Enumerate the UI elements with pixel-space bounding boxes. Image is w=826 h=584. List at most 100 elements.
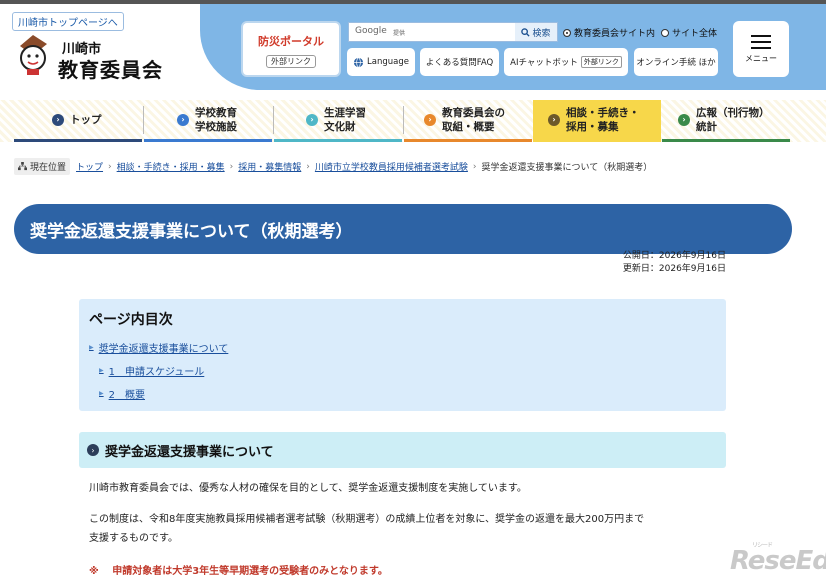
menu-button[interactable]: メニュー <box>733 21 789 77</box>
ai-chatbot-button[interactable]: AIチャットボット 外部リンク <box>504 48 628 76</box>
arrow-right-icon: › <box>678 114 690 126</box>
nav-divider <box>403 106 404 134</box>
radio-unchecked-icon <box>661 28 669 37</box>
online-procedure-button[interactable]: オンライン手続 ほか <box>634 48 718 76</box>
global-nav: › トップ › 学校教育 学校施設 › 生涯学習 文化財 › 教育委員会の 取組・概要… <box>0 100 826 142</box>
triangle-right-icon: ▶ <box>99 390 104 397</box>
breadcrumb-separator: › <box>108 161 112 172</box>
toc-item[interactable]: ▶ 1 申請スケジュール <box>99 363 204 378</box>
radio-checked-icon <box>563 28 571 37</box>
section-paragraph-1: 川崎市教育委員会では、優秀な人材の確保を目的として、奨学金返還支援制度を実施して… <box>89 483 527 494</box>
nav-label: トップ <box>70 114 102 126</box>
site-header: 川崎市トップページへ 川崎市 教育委員会 防災ポータル 外部リンク Google… <box>0 4 826 90</box>
logo-board: 教育委員会 <box>58 58 163 82</box>
disaster-portal-button[interactable]: 防災ポータル 外部リンク <box>241 21 341 77</box>
search-button-label: 検索 <box>532 28 551 39</box>
breadcrumb-link[interactable]: トップ <box>76 160 103 173</box>
hamburger-icon <box>751 35 771 49</box>
breadcrumb-here-label: 現在位置 <box>30 163 67 173</box>
section-heading-text: 奨学金返還支援事業について <box>105 444 274 460</box>
radio-all-label: サイト全体 <box>672 29 718 39</box>
published-date: 公開日：2026年9月16日 <box>622 251 726 261</box>
nav-divider <box>143 106 144 134</box>
breadcrumb-link[interactable]: 川崎市立学校教員採用候補者選考試験 <box>315 160 468 173</box>
toc-item-label: 奨学金返還支援事業について <box>98 344 229 355</box>
watermark: リシード ReseEd <box>730 542 826 576</box>
nav-divider <box>273 106 274 134</box>
nav-item-board[interactable]: › 教育委員会の 取組・概要 <box>424 100 505 140</box>
breadcrumb-separator: › <box>229 161 234 172</box>
nav-item-lifelong[interactable]: › 生涯学習 文化財 <box>306 100 366 140</box>
updated-date: 更新日：2026年9月16日 <box>622 264 726 274</box>
paragraph-line: この制度は、令和8年度実施教員採用候補者選考試験（秋期選考）の成績上位者を対象に… <box>89 514 645 525</box>
radio-site-label: 教育委員会サイト内 <box>574 29 656 39</box>
search-input[interactable]: Google 提供 検索 <box>348 22 558 42</box>
nav-underline <box>274 139 402 142</box>
eligibility-note: ※ 申請対象者は大学3年生等早期選考の受験者のみとなります。 <box>89 562 388 577</box>
breadcrumb-separator: › <box>472 161 477 172</box>
breadcrumb-current: 奨学金返還支援事業について（秋期選考） <box>481 163 653 173</box>
nav-underline <box>404 139 532 142</box>
note-mark: ※ <box>89 566 99 577</box>
nav-label: 広報（刊行物） 統計 <box>696 107 770 133</box>
toc-item-label: 1 申請スケジュール <box>108 367 205 378</box>
disaster-portal-label: 防災ポータル <box>258 35 324 48</box>
toc-item[interactable]: ▶ 2 概要 <box>99 386 145 401</box>
triangle-right-icon: ▶ <box>89 344 94 351</box>
note-text: 申請対象者は大学3年生等早期選考の受験者のみとなります。 <box>112 566 388 577</box>
nav-underline <box>14 139 142 142</box>
toc-item-label: 2 概要 <box>108 390 145 401</box>
faq-label: よくある質問FAQ <box>425 58 494 68</box>
nav-label: 教育委員会の 取組・概要 <box>442 107 505 133</box>
arrow-right-icon: › <box>424 114 436 126</box>
paragraph-line: 支援するものです。 <box>89 533 178 544</box>
breadcrumb-link[interactable]: 採用・募集情報 <box>238 160 301 173</box>
nav-label: 生涯学習 文化財 <box>324 107 366 133</box>
chevron-right-icon: › <box>87 444 99 456</box>
breadcrumb: 現在位置 トップ › 相談・手続き・採用・募集 › 採用・募集情報 › 川崎市立… <box>14 158 652 175</box>
nav-item-consult[interactable]: › 相談・手続き・ 採用・募集 <box>548 100 640 140</box>
search-button[interactable]: 検索 <box>515 23 557 41</box>
breadcrumb-separator: › <box>306 161 310 172</box>
nav-underline <box>533 139 661 142</box>
online-procedure-label: オンライン手続 ほか <box>636 58 716 68</box>
triangle-right-icon: ▶ <box>99 367 104 374</box>
language-button[interactable]: Language <box>347 48 415 76</box>
watermark-small: リシード <box>752 542 773 549</box>
page-title: 奨学金返還支援事業について（秋期選考） <box>14 204 792 255</box>
external-link-badge: 外部リンク <box>266 55 316 68</box>
nav-label: 学校教育 学校施設 <box>195 107 237 133</box>
arrow-right-icon: › <box>52 114 64 126</box>
arrow-right-icon: › <box>177 114 189 126</box>
arrow-right-icon: › <box>548 114 560 126</box>
nav-label: 相談・手続き・ 採用・募集 <box>566 107 640 133</box>
nav-item-pr[interactable]: › 広報（刊行物） 統計 <box>678 100 770 140</box>
external-link-badge: 外部リンク <box>580 56 622 68</box>
section-paragraph-2: この制度は、令和8年度実施教員採用候補者選考試験（秋期選考）の成績上位者を対象に… <box>89 510 729 548</box>
page-dates: 公開日：2026年9月16日 更新日：2026年9月16日 <box>623 250 726 276</box>
menu-label: メニュー <box>745 54 777 63</box>
toc-item[interactable]: ▶ 奨学金返還支援事業について <box>89 340 228 355</box>
breadcrumb-link[interactable]: 相談・手続き・採用・募集 <box>117 160 225 173</box>
search-powered: 提供 <box>393 30 406 37</box>
table-of-contents: ページ内目次 ▶ 奨学金返還支援事業について ▶ 1 申請スケジュール ▶ 2 … <box>79 299 726 411</box>
sitemap-icon <box>18 162 27 171</box>
nav-underline <box>662 139 790 142</box>
toc-heading: ページ内目次 <box>89 312 173 328</box>
arrow-right-icon: › <box>306 114 318 126</box>
radio-all-scope[interactable]: サイト全体 <box>661 26 717 39</box>
mascot-icon <box>20 35 47 75</box>
city-top-link[interactable]: 川崎市トップページへ <box>12 12 124 31</box>
section-heading: › 奨学金返還支援事業について <box>79 432 726 468</box>
watermark-text: ReseEd <box>730 546 826 576</box>
breadcrumb-here: 現在位置 <box>14 158 71 175</box>
ai-chatbot-label: AIチャットボット <box>510 58 578 68</box>
nav-item-school[interactable]: › 学校教育 学校施設 <box>177 100 237 140</box>
nav-underline <box>144 139 272 142</box>
faq-button[interactable]: よくある質問FAQ <box>420 48 499 76</box>
nav-item-top[interactable]: › トップ <box>52 100 102 140</box>
site-logo[interactable]: 川崎市 教育委員会 <box>14 32 164 82</box>
language-label: Language <box>367 57 409 67</box>
radio-site-scope[interactable]: 教育委員会サイト内 <box>563 26 655 39</box>
globe-icon <box>353 57 364 67</box>
